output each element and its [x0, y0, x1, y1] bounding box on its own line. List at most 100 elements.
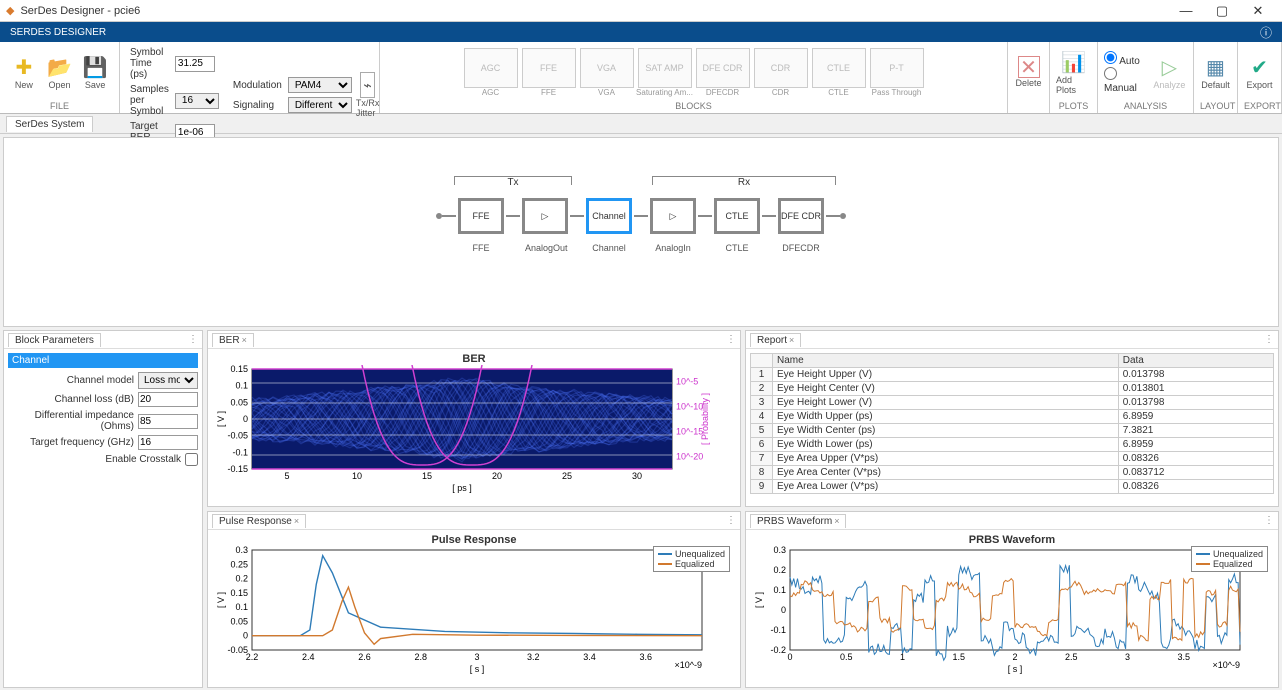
pulse-tab[interactable]: Pulse Response× — [212, 514, 306, 528]
minimize-button[interactable]: — — [1168, 3, 1204, 18]
table-row[interactable]: 2Eye Height Center (V)0.013801 — [751, 382, 1274, 396]
save-button[interactable]: 💾Save — [77, 46, 113, 98]
svg-text:0: 0 — [787, 652, 792, 662]
table-row[interactable]: 5Eye Width Center (ps)7.3821 — [751, 424, 1274, 438]
block-btn-cdr[interactable]: CDR — [754, 48, 808, 88]
panel-menu-icon[interactable]: ⋮ — [726, 515, 736, 526]
block-parameters-panel: Block Parameters⋮ Channel Channel modelL… — [3, 330, 203, 688]
report-col-data[interactable]: Data — [1118, 354, 1273, 368]
block-btn-dfe-cdr[interactable]: DFE CDR — [696, 48, 750, 88]
svg-text:×10^-9: ×10^-9 — [675, 660, 703, 670]
report-tab[interactable]: Report× — [750, 333, 801, 347]
svg-text:[ V ]: [ V ] — [216, 411, 226, 427]
chain-wire — [762, 215, 776, 217]
close-button[interactable]: ✕ — [1240, 3, 1276, 19]
block-btn-agc[interactable]: AGC — [464, 48, 518, 88]
block-btn-vga[interactable]: VGA — [580, 48, 634, 88]
manual-radio[interactable]: Manual — [1104, 67, 1152, 94]
pulse-legend: Unequalized Equalized — [653, 546, 730, 572]
table-row[interactable]: 6Eye Width Lower (ps)6.8959 — [751, 438, 1274, 452]
panel-menu-icon[interactable]: ⋮ — [726, 334, 736, 345]
add-plots-button[interactable]: 📊Add Plots — [1056, 46, 1091, 98]
table-row[interactable]: 9Eye Area Lower (V*ps)0.08326 — [751, 480, 1274, 494]
table-row[interactable]: 8Eye Area Center (V*ps)0.083712 — [751, 466, 1274, 480]
svg-text:-0.1: -0.1 — [232, 447, 248, 457]
prbs-tab[interactable]: PRBS Waveform× — [750, 514, 846, 528]
auto-radio[interactable]: Auto — [1104, 51, 1152, 67]
analyze-button[interactable]: ▷Analyze — [1152, 46, 1187, 98]
block-params-header: Channel — [8, 353, 198, 368]
param-label: Channel loss (dB) — [8, 394, 138, 405]
jitter-button[interactable]: ⌁Tx/Rx Jitter — [356, 69, 380, 121]
symbol-time-input[interactable] — [175, 56, 215, 72]
svg-text:-0.05: -0.05 — [227, 431, 248, 441]
param-input[interactable]: Loss mo... — [138, 372, 198, 389]
block-btn-ctle[interactable]: CTLE — [812, 48, 866, 88]
export-button[interactable]: ✔Export — [1244, 46, 1275, 98]
pulse-chart[interactable]: 0.30.250.20.150.10.050-0.052.22.42.62.83… — [212, 546, 722, 676]
svg-text:2: 2 — [1012, 652, 1017, 662]
svg-text:3.6: 3.6 — [639, 652, 652, 662]
chain-block-label: AnalogOut — [525, 243, 565, 253]
tx-bracket: Tx — [454, 176, 572, 186]
param-label: Differential impedance (Ohms) — [8, 410, 138, 432]
panel-menu-icon[interactable]: ⋮ — [188, 334, 198, 345]
default-layout-button[interactable]: ▦Default — [1200, 46, 1231, 98]
delete-button[interactable]: ✕Delete — [1014, 46, 1043, 98]
block-btn-sat-amp[interactable]: SAT AMP — [638, 48, 692, 88]
param-input[interactable] — [138, 435, 198, 450]
panel-menu-icon[interactable]: ⋮ — [1264, 515, 1274, 526]
ribbon-file-group: ✚New 📂Open 💾Save FILE — [0, 42, 120, 113]
sig-select[interactable]: Differential — [288, 97, 352, 113]
table-row[interactable]: 3Eye Height Lower (V)0.013798 — [751, 396, 1274, 410]
chain-block-channel[interactable]: ChannelChannel — [586, 198, 632, 234]
param-input[interactable] — [138, 392, 198, 407]
new-button[interactable]: ✚New — [6, 46, 42, 98]
ribbon: ✚New 📂Open 💾Save FILE Symbol Time (ps) S… — [0, 42, 1282, 114]
svg-text:-0.2: -0.2 — [770, 645, 786, 655]
ber-tab[interactable]: BER× — [212, 333, 254, 347]
panel-menu-icon[interactable]: ⋮ — [1264, 334, 1274, 345]
plots-group-label: PLOTS — [1056, 100, 1091, 111]
table-row[interactable]: 7Eye Area Upper (V*ps)0.08326 — [751, 452, 1274, 466]
table-row[interactable]: 1Eye Height Upper (V)0.013798 — [751, 368, 1274, 382]
maximize-button[interactable]: ▢ — [1204, 3, 1240, 19]
block-sublabel: CDR — [752, 88, 810, 97]
analysis-group-label: ANALYSIS — [1104, 100, 1187, 111]
param-input[interactable] — [138, 414, 198, 429]
report-col-name[interactable]: Name — [773, 354, 1119, 368]
ber-chart[interactable]: 0.150.10.050-0.05-0.1-0.1551015202530[ V… — [212, 365, 722, 495]
chain-block-label: FFE — [461, 243, 501, 253]
param-row: Target frequency (GHz) — [8, 435, 198, 450]
chain-wire — [826, 215, 840, 217]
document-tab[interactable]: SerDes System — [6, 116, 93, 132]
svg-text:20: 20 — [492, 471, 502, 481]
serdes-canvas[interactable]: FFEFFE ▷AnalogOut ChannelChannel ▷AnalogIn C… — [3, 137, 1279, 327]
chain-block-dfecdr[interactable]: DFE CDRDFECDR — [778, 198, 824, 234]
table-row[interactable]: 4Eye Width Upper (ps)6.8959 — [751, 410, 1274, 424]
param-input[interactable] — [185, 453, 198, 466]
chain-wire — [570, 215, 584, 217]
chain-wire — [698, 215, 712, 217]
help-icon[interactable]: ⓘ — [1260, 24, 1272, 41]
symbol-time-label: Symbol Time (ps) — [128, 46, 171, 81]
block-btn-p-t[interactable]: P-T — [870, 48, 924, 88]
chain-block-ffe[interactable]: FFEFFE — [458, 198, 504, 234]
svg-text:0.1: 0.1 — [773, 585, 786, 595]
chain-block-label: Channel — [589, 243, 629, 253]
open-button[interactable]: 📂Open — [42, 46, 78, 98]
chain-block-ctle[interactable]: CTLECTLE — [714, 198, 760, 234]
param-row: Differential impedance (Ohms) — [8, 410, 198, 432]
svg-text:0.2: 0.2 — [235, 574, 248, 584]
mod-select[interactable]: PAM4 — [288, 77, 352, 93]
chain-block-analogout[interactable]: ▷AnalogOut — [522, 198, 568, 234]
sps-select[interactable]: 16 — [175, 93, 219, 109]
svg-text:0.25: 0.25 — [230, 559, 248, 569]
app-tab[interactable]: SERDES DESIGNER — [10, 27, 106, 38]
prbs-chart[interactable]: 0.30.20.10-0.1-0.200.511.522.533.5[ V ][… — [750, 546, 1260, 676]
block-btn-ffe[interactable]: FFE — [522, 48, 576, 88]
block-params-tab[interactable]: Block Parameters — [8, 333, 101, 347]
title-bar: ◆ SerDes Designer - pcie6 — ▢ ✕ — [0, 0, 1282, 22]
app-tab-bar: SERDES DESIGNER ⓘ — [0, 22, 1282, 42]
chain-block-analogin[interactable]: ▷AnalogIn — [650, 198, 696, 234]
